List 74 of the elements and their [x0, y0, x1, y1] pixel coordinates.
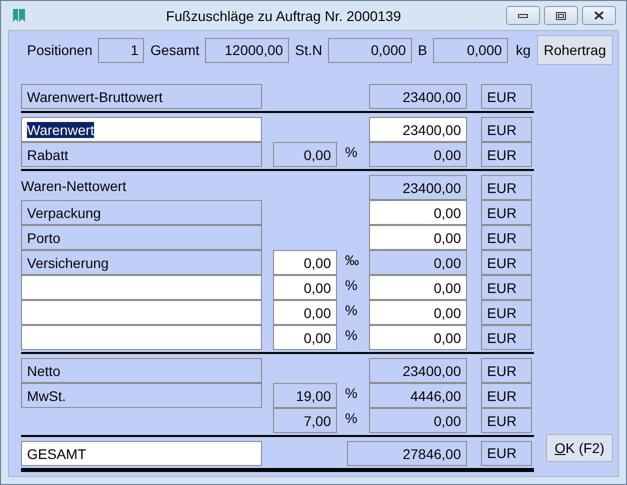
label-display: MwSt. — [21, 383, 262, 408]
label-display: Verpackung — [21, 200, 262, 225]
maximize-icon — [556, 12, 566, 20]
currency-display: EUR — [481, 84, 532, 109]
currency-display: EUR — [481, 142, 532, 167]
amount-display: 27846,00 — [347, 441, 467, 466]
label-field[interactable]: GESAMT — [21, 441, 262, 466]
amount-display: 23400,00 — [369, 84, 467, 109]
rate-field[interactable]: 0,00 — [273, 250, 337, 275]
summary-label: St.N — [295, 42, 322, 58]
summary-label: Positionen — [27, 42, 92, 58]
amount-field[interactable]: 0,00 — [369, 200, 467, 225]
label-display: Rabatt — [21, 142, 262, 167]
rate-display: 0,00 — [273, 142, 337, 167]
amount-display: 0,00 — [369, 408, 467, 433]
summary-label: Gesamt — [150, 42, 200, 58]
label-display: Netto — [21, 358, 262, 383]
section-label: Waren-Nettowert — [21, 178, 128, 196]
currency-display: EUR — [481, 175, 532, 200]
amount-field[interactable]: 0,00 — [369, 300, 467, 325]
amount-display: 4446,00 — [369, 383, 467, 408]
currency-display: EUR — [481, 383, 532, 408]
amount-field[interactable]: 23400,00 — [369, 117, 467, 142]
window-title: Fußzuschläge zu Auftrag Nr. 2000139 — [164, 8, 402, 24]
amount-field[interactable]: 0,00 — [369, 225, 467, 250]
unit-symbol: ‰ — [344, 251, 360, 270]
amount-field[interactable]: 0,00 — [369, 325, 467, 350]
summary-value: 1 — [98, 38, 144, 62]
unit-symbol: % — [344, 409, 358, 428]
label-field[interactable] — [21, 275, 262, 300]
unit-symbol: % — [344, 143, 358, 162]
amount-field[interactable]: 0,00 — [369, 275, 467, 300]
currency-display: EUR — [481, 441, 532, 466]
minimize-button[interactable] — [506, 6, 540, 25]
gross-profit-button[interactable]: Rohertrag — [536, 35, 613, 65]
minimize-icon — [518, 12, 528, 18]
rate-display: 19,00 — [273, 383, 337, 408]
amount-display: 23400,00 — [369, 175, 467, 200]
rate-field[interactable]: 0,00 — [273, 300, 337, 325]
label-display: Versicherung — [21, 250, 262, 275]
summary-value: 0,000 — [328, 38, 412, 62]
close-icon — [594, 11, 604, 20]
maximize-button[interactable] — [544, 6, 578, 25]
currency-display: EUR — [481, 300, 532, 325]
unit-symbol: % — [344, 384, 358, 403]
rate-field[interactable]: 0,00 — [273, 325, 337, 350]
label-display: Warenwert-Bruttowert — [21, 84, 262, 109]
currency-display: EUR — [481, 325, 532, 350]
unit-symbol: % — [344, 301, 358, 320]
close-button[interactable] — [582, 6, 616, 25]
currency-display: EUR — [481, 117, 532, 142]
unit-symbol: % — [344, 276, 358, 295]
rate-display: 7,00 — [273, 408, 337, 433]
currency-display: EUR — [481, 408, 532, 433]
ok-button[interactable]: OK (F2) — [546, 434, 613, 462]
currency-display: EUR — [481, 250, 532, 275]
amount-display: 0,00 — [369, 250, 467, 275]
currency-display: EUR — [481, 200, 532, 225]
amount-display: 23400,00 — [369, 358, 467, 383]
bookmark-icon — [13, 9, 25, 22]
currency-display: EUR — [481, 358, 532, 383]
unit-symbol: % — [344, 326, 358, 345]
summary-value: 0,000 — [433, 38, 508, 62]
label-display: Porto — [21, 225, 262, 250]
label-field[interactable] — [21, 300, 262, 325]
label-field[interactable]: Warenwert — [21, 117, 262, 142]
summary-label: B — [418, 42, 428, 58]
currency-display: EUR — [481, 275, 532, 300]
unit-label: kg — [516, 42, 531, 58]
amount-display: 0,00 — [369, 142, 467, 167]
summary-value: 12000,00 — [205, 38, 290, 62]
label-field[interactable] — [21, 325, 262, 350]
rate-field[interactable]: 0,00 — [273, 275, 337, 300]
currency-display: EUR — [481, 225, 532, 250]
